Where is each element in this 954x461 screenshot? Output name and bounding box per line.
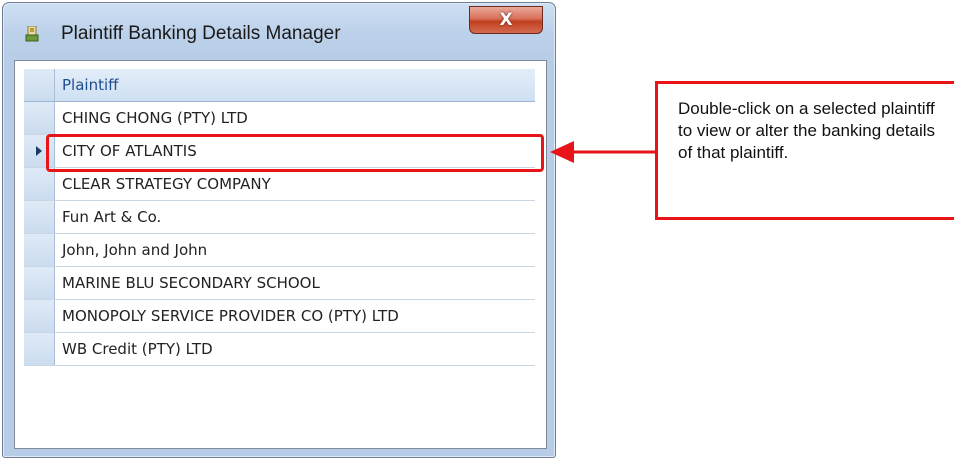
plaintiff-grid-container: Plaintiff CHING CHONG (PTY) LTD CITY OF … — [14, 60, 547, 449]
row-selector[interactable] — [24, 102, 55, 134]
app-icon — [25, 26, 39, 42]
grid-header-row: Plaintiff — [24, 69, 535, 102]
callout-arrow-icon — [550, 141, 656, 163]
plaintiff-cell[interactable]: MONOPOLY SERVICE PROVIDER CO (PTY) LTD — [62, 300, 399, 332]
app-window: Plaintiff Banking Details Manager X Plai… — [2, 2, 556, 458]
table-row[interactable]: John, John and John — [24, 234, 535, 267]
title-bar[interactable]: Plaintiff Banking Details Manager X — [3, 3, 555, 61]
plaintiff-cell[interactable]: WB Credit (PTY) LTD — [62, 333, 213, 365]
window-title: Plaintiff Banking Details Manager — [61, 23, 341, 44]
table-row[interactable]: MONOPOLY SERVICE PROVIDER CO (PTY) LTD — [24, 300, 535, 333]
annotation-callout: Double-click on a selected plaintiff to … — [655, 81, 954, 220]
close-icon: X — [499, 9, 513, 30]
row-selector[interactable] — [24, 201, 55, 233]
selected-row-highlight — [46, 134, 544, 172]
plaintiff-cell[interactable]: Fun Art & Co. — [62, 201, 161, 233]
table-row[interactable]: WB Credit (PTY) LTD — [24, 333, 535, 366]
table-row[interactable]: Fun Art & Co. — [24, 201, 535, 234]
table-row[interactable]: CHING CHONG (PTY) LTD — [24, 102, 535, 135]
callout-text: Double-click on a selected plaintiff to … — [678, 99, 936, 162]
row-selector[interactable] — [24, 168, 55, 200]
column-header-plaintiff[interactable]: Plaintiff — [62, 69, 118, 101]
row-selector[interactable] — [24, 300, 55, 332]
plaintiff-cell[interactable]: John, John and John — [62, 234, 207, 266]
plaintiff-cell[interactable]: CLEAR STRATEGY COMPANY — [62, 168, 271, 200]
table-row[interactable]: CLEAR STRATEGY COMPANY — [24, 168, 535, 201]
plaintiff-cell[interactable]: CHING CHONG (PTY) LTD — [62, 102, 248, 134]
table-row[interactable]: MARINE BLU SECONDARY SCHOOL — [24, 267, 535, 300]
plaintiff-cell[interactable]: MARINE BLU SECONDARY SCHOOL — [62, 267, 320, 299]
close-button[interactable]: X — [469, 6, 543, 34]
row-selector[interactable] — [24, 267, 55, 299]
row-selector[interactable] — [24, 234, 55, 266]
row-header-corner — [24, 69, 55, 101]
row-selector-arrow-icon — [36, 146, 42, 156]
row-selector[interactable] — [24, 333, 55, 365]
plaintiff-grid[interactable]: Plaintiff CHING CHONG (PTY) LTD CITY OF … — [24, 69, 535, 366]
